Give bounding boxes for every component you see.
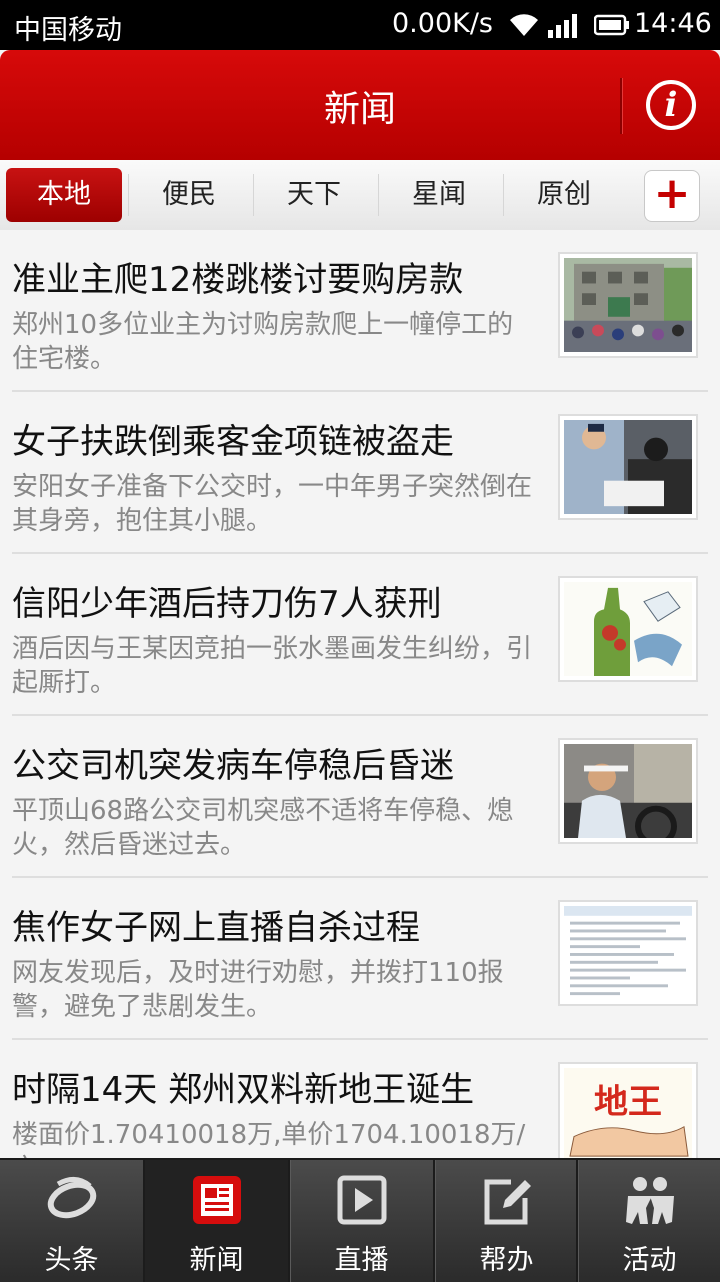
edit-icon [484,1179,531,1225]
news-item[interactable]: 焦作女子网上直播自杀过程 网友发现后，及时进行劝慰，并拨打110报警，避免了悲剧… [12,878,708,1040]
nav-assist[interactable]: 帮办 [435,1160,578,1282]
bottom-nav: 头条 新闻 直播 帮办 活动 [0,1158,720,1282]
news-title: 时隔14天 郑州双料新地王诞生 [12,1070,475,1110]
page-title: 新闻 [323,89,396,130]
tab-local[interactable]: 本地 [6,168,122,222]
news-item[interactable]: 准业主爬12楼跳楼讨要购房款 郑州10多位业主为讨购房款爬上一幢停工的住宅楼。 [12,230,708,392]
nav-label: 直播 [334,1245,389,1276]
news-thumbnail: 地王 [558,1062,698,1158]
clock: 14:46 [634,8,712,39]
diwang-text: 地王 [594,1082,662,1121]
news-summary: 楼面价1.70410018万,单价1704.10018万/亩 [12,1120,526,1158]
news-title: 公交司机突发病车停稳后昏迷 [12,746,454,786]
tab-original[interactable]: 原创 [506,168,622,222]
tab-convenience[interactable]: 便民 [131,168,247,222]
news-list[interactable]: 准业主爬12楼跳楼讨要购房款 郑州10多位业主为讨购房款爬上一幢停工的住宅楼。 … [0,230,720,1158]
news-summary: 郑州10多位业主为讨购房款爬上一幢停工的住宅楼。 [12,310,514,374]
headline-logo-icon [47,1177,97,1219]
news-thumbnail [558,900,698,1006]
news-thumbnail [558,738,698,847]
nav-events[interactable]: 活动 [578,1160,720,1282]
news-summary: 酒后因与王某因竞拍一张水墨画发生纠纷，引起厮打。 [12,634,533,698]
tab-divider [503,174,504,216]
header-divider [620,78,622,134]
add-tab-button[interactable]: + [644,170,700,222]
signal-icon [548,14,577,38]
news-thumbnail [558,252,698,358]
category-tabs: 本地 便民 天下 星闻 原创 + [0,160,720,231]
status-bar: 中国移动 0.00K/s 14:46 [0,0,720,50]
news-item[interactable]: 信阳少年酒后持刀伤7人获刑 酒后因与王某因竞拍一张水墨画发生纠纷，引起厮打。 [12,554,708,716]
nav-headlines[interactable]: 头条 [0,1160,143,1282]
news-thumbnail [558,414,698,520]
news-summary: 安阳女子准备下公交时，一中年男子突然倒在其身旁，抱住其小腿。 [12,472,533,536]
news-item[interactable]: 女子扶跌倒乘客金项链被盗走 安阳女子准备下公交时，一中年男子突然倒在其身旁，抱住… [12,392,708,554]
tab-world[interactable]: 天下 [256,168,372,222]
network-speed: 0.00K/s [392,8,493,39]
battery-icon [594,14,629,36]
nav-news[interactable]: 新闻 [145,1160,288,1282]
people-icon [626,1177,674,1224]
tab-celebrity[interactable]: 星闻 [381,168,497,222]
tab-divider [128,174,129,216]
news-item[interactable]: 时隔14天 郑州双料新地王诞生 楼面价1.70410018万,单价1704.10… [12,1040,708,1158]
play-icon [337,1175,387,1225]
news-title: 准业主爬12楼跳楼讨要购房款 [12,260,464,300]
tab-divider [253,174,254,216]
news-item[interactable]: 公交司机突发病车停稳后昏迷 平顶山68路公交司机突感不适将车停稳、熄火，然后昏迷… [12,716,708,878]
nav-label: 头条 [44,1245,99,1276]
news-summary: 平顶山68路公交司机突感不适将车停稳、熄火，然后昏迷过去。 [12,796,514,860]
app-header: 新闻 i [0,50,720,160]
carrier-name: 中国移动 [14,15,122,46]
news-title: 焦作女子网上直播自杀过程 [12,908,420,948]
newspaper-icon [193,1176,241,1224]
news-summary: 网友发现后，及时进行劝慰，并拨打110报警，避免了悲剧发生。 [12,958,504,1022]
info-button[interactable]: i [646,80,696,130]
nav-live[interactable]: 直播 [290,1160,433,1282]
news-title: 女子扶跌倒乘客金项链被盗走 [12,422,454,462]
news-thumbnail [558,576,698,682]
nav-label: 新闻 [189,1245,244,1276]
nav-label: 帮办 [479,1245,534,1276]
wifi-icon [510,14,538,36]
nav-label: 活动 [622,1245,677,1276]
news-title: 信阳少年酒后持刀伤7人获刑 [12,584,442,624]
tab-divider [378,174,379,216]
